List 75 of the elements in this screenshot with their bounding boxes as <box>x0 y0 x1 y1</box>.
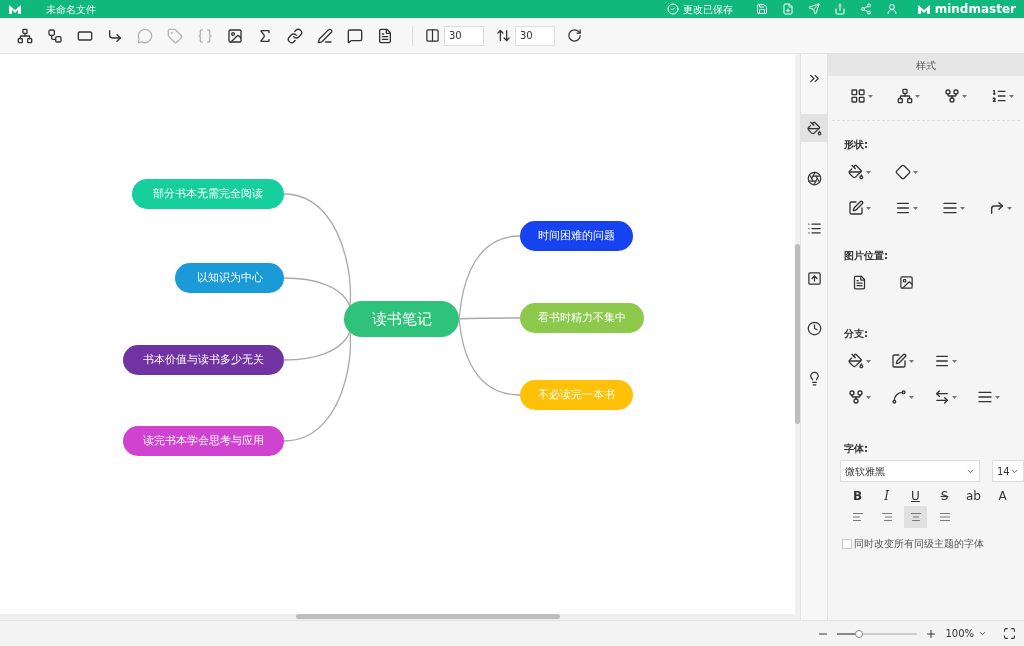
line-weight-icon <box>895 200 911 216</box>
caret-icon <box>962 94 967 98</box>
border-color-icon <box>891 353 907 369</box>
font-family-select[interactable]: 微软雅黑 <box>840 460 980 482</box>
image-left-icon[interactable] <box>852 275 867 290</box>
check-icon <box>666 3 679 15</box>
text-style-button[interactable]: B <box>846 486 869 506</box>
horizontal-scrollbar[interactable] <box>296 614 560 619</box>
numbered-list-icon <box>991 88 1007 104</box>
dash-style-icon <box>977 389 993 405</box>
share-nodes-icon[interactable] <box>859 3 872 15</box>
brand-name: mindmaster <box>934 1 1016 18</box>
vertical-spacing-icon <box>496 28 511 43</box>
style-tab[interactable]: 样式 <box>828 54 1024 76</box>
fill-color-icon <box>848 353 864 369</box>
caret-icon <box>866 395 871 399</box>
fullscreen-icon[interactable] <box>1003 627 1016 640</box>
caret-icon <box>1009 94 1014 98</box>
caret-icon <box>995 395 1000 399</box>
text-style-button[interactable]: ab <box>962 486 985 506</box>
text-style-button[interactable]: I <box>875 486 898 506</box>
logo-icon <box>916 3 931 15</box>
sync-font-checkbox[interactable] <box>842 538 852 549</box>
spacing-icon <box>934 389 950 405</box>
corner-icon <box>989 200 1005 216</box>
border-color-icon <box>848 200 864 216</box>
topic-node[interactable]: 时间困难的问题 <box>520 221 633 251</box>
text-style-button[interactable]: A <box>991 486 1014 506</box>
save-status: 更改已保存 <box>682 2 733 17</box>
caret-icon <box>909 359 914 363</box>
caret-icon <box>866 206 871 210</box>
vertical-spacing-field[interactable]: 30 <box>515 25 555 46</box>
structure-icon <box>897 88 913 104</box>
align-center-icon[interactable] <box>904 506 927 528</box>
caret-icon <box>866 359 871 363</box>
section-label: 形状: <box>844 138 869 152</box>
caret-icon <box>978 629 987 638</box>
caret-icon <box>913 170 918 174</box>
curve-icon <box>891 389 907 405</box>
topic-node[interactable]: 书本价值与读书多少无关 <box>123 345 284 375</box>
caret-icon <box>960 206 965 210</box>
zoom-slider-thumb[interactable] <box>855 629 863 638</box>
brush-icon[interactable] <box>801 114 827 142</box>
sync-font-label: 同时改变所有同级主题的字体 <box>854 537 984 551</box>
caret-icon <box>952 395 957 399</box>
section-label: 图片位置: <box>844 249 889 263</box>
caret-icon <box>1007 206 1012 210</box>
text-style-button[interactable]: S <box>933 486 956 506</box>
caret-icon <box>915 94 920 98</box>
file-name: 未命名文件 <box>46 2 96 17</box>
horizontal-spacing-field[interactable]: 30 <box>444 25 484 46</box>
refresh-icon[interactable] <box>567 28 582 43</box>
logo-icon <box>8 3 22 15</box>
caret-icon <box>909 395 914 399</box>
section-label: 字体: <box>844 442 869 456</box>
topic-node[interactable]: 读完书本学会思考与应用 <box>123 426 284 456</box>
caret-icon <box>868 94 873 98</box>
shape-icon <box>895 164 911 180</box>
zoom-in-icon[interactable] <box>925 627 938 640</box>
dash-style-icon <box>942 200 958 216</box>
caret-icon <box>952 359 957 363</box>
caret-icon <box>913 206 918 210</box>
layout-grid-icon <box>850 88 866 104</box>
text-style-button[interactable]: U <box>904 486 927 506</box>
font-size-select[interactable]: 14 <box>992 460 1024 482</box>
section-label: 分支: <box>844 327 869 341</box>
caret-icon <box>866 170 871 174</box>
save-icon[interactable] <box>755 3 768 15</box>
zoom-level-dropdown[interactable]: 100% <box>945 626 987 641</box>
fill-color-icon <box>848 164 864 180</box>
image-top-icon[interactable] <box>899 275 914 290</box>
line-weight-icon <box>934 353 950 369</box>
horizontal-spacing-icon <box>425 28 440 43</box>
zoom-slider[interactable] <box>837 632 918 635</box>
vertical-scrollbar[interactable] <box>795 244 800 424</box>
